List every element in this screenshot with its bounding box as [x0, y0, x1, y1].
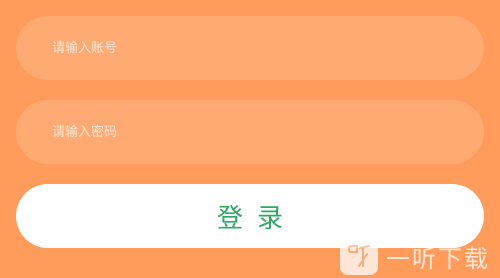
listen-logo-icon [340, 237, 378, 275]
password-field[interactable] [16, 100, 484, 164]
account-input[interactable] [52, 16, 484, 80]
account-field[interactable] [16, 16, 484, 80]
watermark-text: 一听下载 [386, 244, 490, 273]
password-input[interactable] [52, 100, 484, 164]
watermark: 一听下载 [340, 234, 490, 278]
